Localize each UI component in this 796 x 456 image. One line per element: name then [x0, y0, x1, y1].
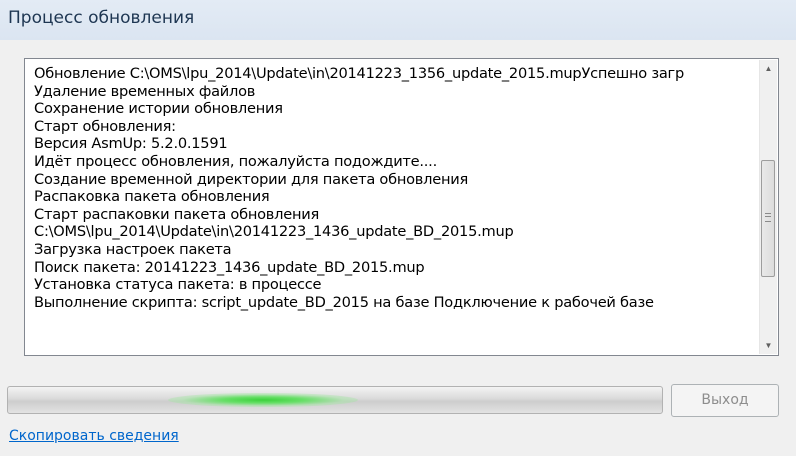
scroll-up-arrow-icon[interactable]: ▲: [760, 60, 777, 77]
log-line: C:\OMS\lpu_2014\Update\in\20141223_1436_…: [34, 223, 514, 241]
log-textbox[interactable]: Обновление C:\OMS\lpu_2014\Update\in\201…: [24, 58, 779, 356]
scrollbar-thumb[interactable]: [761, 160, 775, 277]
exit-button[interactable]: Выход: [671, 384, 779, 417]
dialog-title: Процесс обновления: [8, 8, 195, 28]
copy-details-link[interactable]: Скопировать сведения: [9, 428, 179, 444]
log-line: Выполнение скрипта: script_update_BD_201…: [34, 293, 654, 311]
log-scrollbar[interactable]: ▲ ▼: [759, 60, 777, 354]
log-line: Распаковка пакета обновления: [34, 188, 270, 206]
log-line: Удаление временных файлов: [34, 82, 256, 100]
log-line: Идёт процесс обновления, пожалуйста подо…: [34, 152, 437, 170]
log-lines: Обновление C:\OMS\lpu_2014\Update\in\201…: [34, 65, 759, 353]
update-dialog: Процесс обновления Обновление C:\OMS\lpu…: [0, 0, 796, 456]
log-line: Загрузка настроек пакета: [34, 240, 232, 258]
log-line: Сохранение истории обновления: [34, 100, 283, 118]
log-line: Установка статуса пакета: в процессе: [34, 276, 322, 294]
log-line: Версия AsmUp: 5.2.0.1591: [34, 135, 228, 153]
log-line: Обновление C:\OMS\lpu_2014\Update\in\201…: [34, 65, 684, 82]
update-progress-bar: [7, 386, 663, 414]
log-line: Создание временной директории для пакета…: [34, 170, 469, 188]
progress-glow: [168, 393, 358, 407]
log-line: Старт распаковки пакета обновления: [34, 205, 320, 223]
scrollbar-grip-icon: [765, 213, 771, 222]
log-line: Старт обновления:: [34, 117, 176, 135]
log-line: Поиск пакета: 20141223_1436_update_BD_20…: [34, 258, 425, 276]
scroll-down-arrow-icon[interactable]: ▼: [760, 337, 777, 354]
dialog-title-bar: Процесс обновления: [0, 0, 796, 40]
